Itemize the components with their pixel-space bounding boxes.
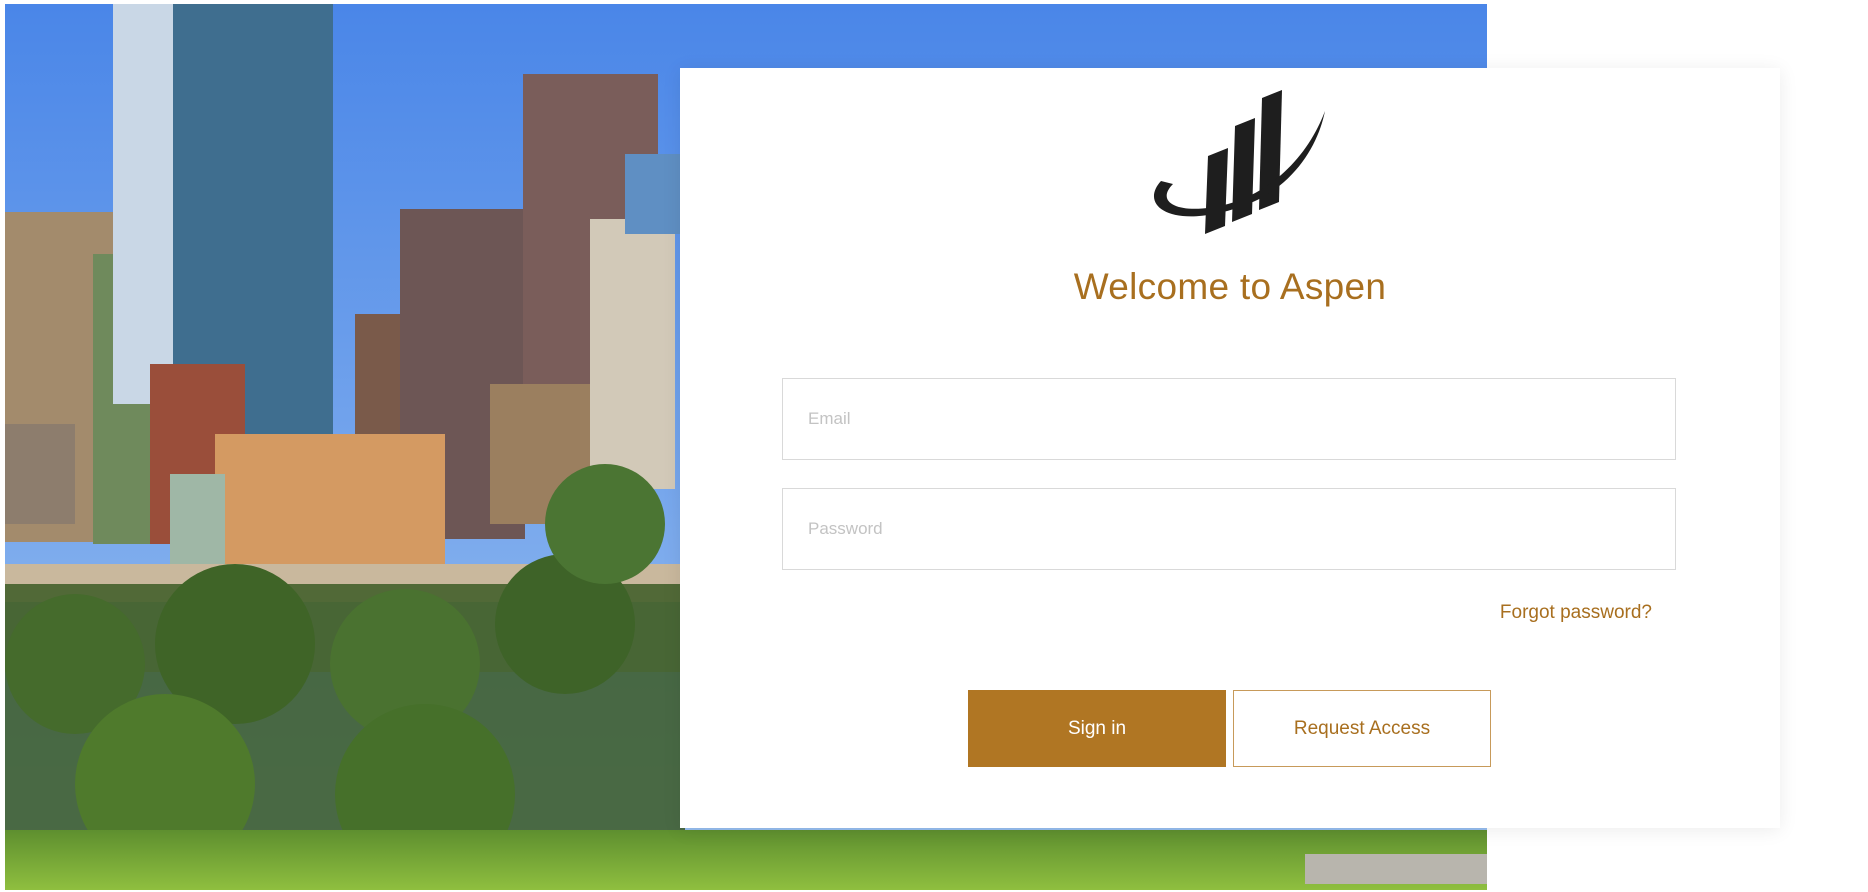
login-card: Welcome to Aspen Forgot password? Sign i… — [680, 68, 1780, 828]
sign-in-button[interactable]: Sign in — [968, 690, 1226, 767]
email-field[interactable] — [782, 378, 1676, 460]
aspen-logo-icon — [1133, 86, 1333, 236]
request-access-button[interactable]: Request Access — [1233, 690, 1491, 767]
forgot-password-link[interactable]: Forgot password? — [1500, 602, 1652, 624]
request-access-button-label: Request Access — [1293, 717, 1431, 739]
sign-in-button-label: Sign in — [1067, 717, 1127, 739]
page-title: Welcome to Aspen — [1073, 266, 1387, 307]
password-field[interactable] — [782, 488, 1676, 570]
